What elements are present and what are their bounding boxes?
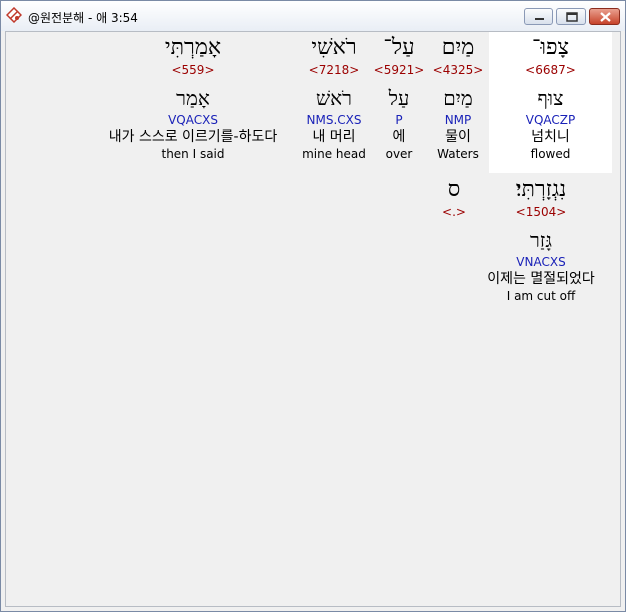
korean-gloss: 물이: [445, 129, 471, 145]
lemma: צוּף: [537, 86, 564, 110]
hebrew-word: ס: [447, 177, 461, 202]
word-column[interactable]: מַיִם <4325> מַיִם NMP 물이 Waters: [428, 34, 488, 162]
word-column[interactable]: רֹאשִׁי <7218> רֹאשׁ NMS.CXS 내 머리 mine h…: [297, 34, 371, 162]
parsing-panel: צָפוּ־ <6687> צוּף VQACZP 넘치니 flowed מַי…: [5, 31, 621, 607]
strong-number: <5921>: [373, 63, 425, 77]
korean-gloss: 내가 스스로 이르기를-하도다: [108, 129, 278, 145]
morphology-code: VQACZP: [525, 113, 576, 127]
maximize-icon: [566, 12, 578, 22]
lemma: עַל: [388, 86, 410, 110]
strong-number: <.>: [442, 205, 466, 219]
title-bar[interactable]: @원전분해 - 애 3:54: [1, 1, 625, 31]
minimize-icon: [535, 18, 544, 20]
morphology-code: VQACXS: [168, 113, 218, 127]
morphology-code: NMP: [444, 113, 472, 127]
strong-number: <7218>: [308, 63, 360, 77]
close-button[interactable]: [589, 8, 620, 25]
english-gloss: mine head: [302, 147, 366, 161]
strong-number: <559>: [171, 63, 215, 77]
maximize-button[interactable]: [556, 8, 586, 25]
hebrew-word: נִגְזָרְתִּי׃: [515, 177, 567, 202]
morphology-code: P: [395, 113, 403, 127]
hebrew-word: רֹאשִׁי: [311, 35, 357, 60]
korean-gloss: 이제는 멸절되었다: [487, 271, 595, 287]
lemma: רֹאשׁ: [316, 86, 352, 110]
korean-gloss: 넘치니: [531, 129, 570, 145]
close-icon: [600, 12, 611, 22]
lemma: מַיִם: [443, 86, 473, 110]
strong-number: <4325>: [432, 63, 484, 77]
korean-gloss: 내 머리: [312, 129, 356, 145]
hebrew-word: עַל־: [383, 35, 415, 60]
english-gloss: over: [385, 147, 413, 161]
lemma: אָמַר: [176, 86, 210, 110]
english-gloss: then I said: [161, 147, 225, 161]
window-title: @원전분해 - 애 3:54: [28, 11, 138, 25]
minimize-button[interactable]: [524, 8, 553, 25]
app-icon[interactable]: [5, 6, 23, 24]
english-gloss: flowed: [530, 147, 571, 161]
strong-number: <1504>: [515, 205, 567, 219]
hebrew-word: מַיִם: [441, 35, 475, 60]
strong-number: <6687>: [525, 63, 576, 77]
word-column[interactable]: עַל־ <5921> עַל P 에 over: [371, 34, 427, 162]
morphology-code: VNACXS: [516, 255, 566, 269]
korean-gloss: 에: [392, 129, 406, 145]
word-column[interactable]: ס <.>: [434, 176, 474, 220]
hebrew-word: אָמַרְתִּי: [164, 35, 222, 60]
word-column[interactable]: נִגְזָרְתִּי׃ <1504> גָּזַר VNACXS 이제는 멸…: [467, 176, 615, 304]
lemma: גָּזַר: [529, 228, 552, 252]
hebrew-word: צָפוּ־: [531, 35, 570, 60]
morphology-code: NMS.CXS: [306, 113, 362, 127]
app-window: @원전분해 - 애 3:54 צָפוּ־ <6687> צוּף VQACZP…: [0, 0, 626, 612]
english-gloss: I am cut off: [506, 289, 576, 303]
word-column[interactable]: צָפוּ־ <6687> צוּף VQACZP 넘치니 flowed: [489, 34, 612, 162]
word-column[interactable]: אָמַרְתִּי <559> אָמַר VQACXS 내가 스스로 이르기…: [92, 34, 294, 162]
english-gloss: Waters: [437, 147, 479, 161]
